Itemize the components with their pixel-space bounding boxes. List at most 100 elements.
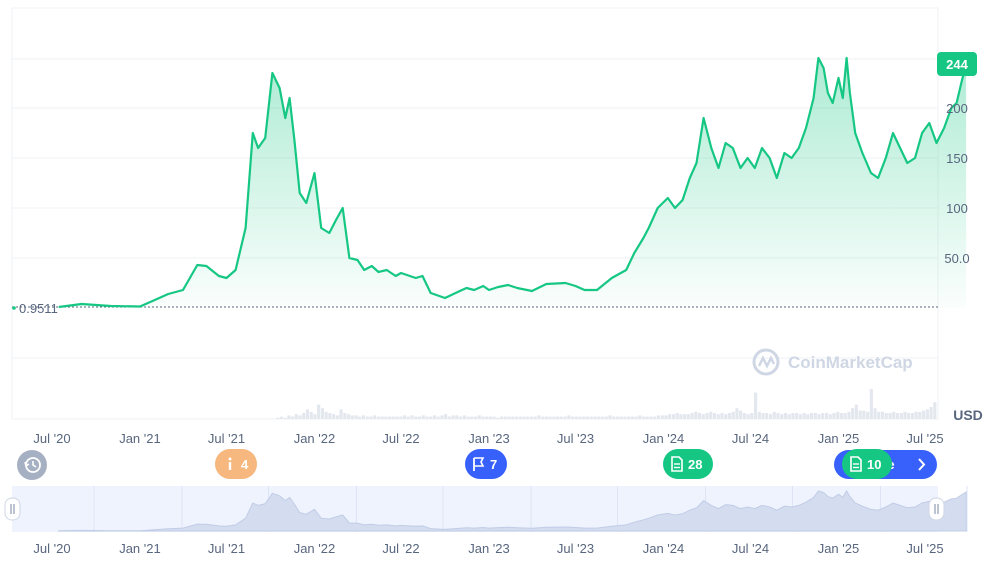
volume-bar — [746, 414, 750, 419]
volume-bar — [447, 416, 451, 419]
volume-bar — [836, 411, 840, 419]
baseline-dot — [12, 306, 16, 310]
volume-bar — [455, 415, 459, 419]
volume-bar — [705, 413, 709, 419]
volume-bar — [903, 411, 907, 419]
volume-bar — [664, 415, 668, 419]
volume-bar — [347, 414, 351, 419]
volume-bar — [832, 413, 836, 419]
volume-bar — [582, 416, 586, 419]
volume-bar — [899, 413, 903, 419]
navigator-tick-label: Jan '21 — [119, 541, 161, 556]
volume-bar — [772, 411, 776, 419]
volume-bar — [795, 413, 799, 419]
event-badge-document[interactable]: 28 — [663, 449, 713, 479]
volume-bar — [488, 416, 492, 419]
volume-bar — [683, 414, 687, 419]
volume-bar — [287, 415, 291, 419]
volume-bar — [627, 416, 631, 419]
volume-bar — [858, 410, 862, 419]
volume-bar — [922, 410, 926, 419]
volume-bar — [769, 414, 773, 419]
volume-bar — [918, 411, 922, 419]
volume-bar — [929, 407, 933, 419]
volume-bar — [332, 414, 336, 419]
event-badge-flag[interactable]: 7 — [465, 449, 507, 479]
volume-bar — [567, 415, 571, 419]
event-badge-info[interactable]: 4 — [215, 449, 257, 479]
volume-bar — [604, 416, 608, 419]
volume-bar — [798, 414, 802, 419]
volume-bar — [847, 411, 851, 419]
volume-bar — [317, 404, 321, 419]
volume-bar — [578, 416, 582, 419]
volume-bar — [668, 414, 672, 419]
volume-bar — [481, 416, 485, 419]
navigator-tick-label: Jan '22 — [294, 541, 336, 556]
volume-bar — [690, 413, 694, 419]
volume-bar — [600, 416, 604, 419]
volume-bar — [597, 416, 601, 419]
volume-bar — [530, 416, 534, 419]
currency-label: USD — [953, 407, 983, 423]
volume-bar — [425, 416, 429, 419]
volume-bar — [851, 408, 855, 419]
volume-bar — [742, 413, 746, 419]
history-button[interactable] — [17, 450, 47, 480]
volume-bar — [638, 415, 642, 419]
volume-bar — [369, 416, 373, 419]
volume-bar — [810, 413, 814, 419]
volume-bar — [619, 416, 623, 419]
volume-bar — [544, 416, 548, 419]
last-price-tag: 244 — [937, 52, 977, 76]
navigator-right-handle[interactable] — [928, 497, 945, 521]
navigator-tick-label: Jul '20 — [33, 541, 70, 556]
last-price-value: 244 — [946, 57, 968, 72]
volume-bar — [339, 409, 343, 419]
volume-bar — [384, 416, 388, 419]
volume-bar — [477, 415, 481, 419]
volume-bar — [373, 415, 377, 419]
volume-bar — [866, 411, 870, 419]
volume-bar — [421, 415, 425, 419]
navigator-x-axis: Jul '20 Jan '21 Jul '21 Jan '22 Jul '22 Jan '… — [33, 541, 943, 556]
volume-bar — [309, 411, 313, 419]
volume-bar — [343, 413, 347, 419]
volume-bar — [511, 416, 515, 419]
volume-bar — [925, 409, 929, 419]
navigator-tick-label: Jan '23 — [468, 541, 510, 556]
volume-bar — [724, 414, 728, 419]
volume-bar — [485, 416, 489, 419]
volume-bar — [914, 411, 918, 419]
volume-bar — [571, 416, 575, 419]
y-tick-label: 50.0 — [944, 251, 969, 266]
volume-bar — [694, 411, 698, 419]
volume-bar — [410, 415, 414, 419]
volume-bar — [642, 416, 646, 419]
volume-bar — [429, 416, 433, 419]
volume-bar — [881, 411, 885, 419]
event-count: 28 — [688, 457, 702, 472]
volume-bar — [761, 413, 765, 419]
x-tick-label: Jul '23 — [557, 431, 594, 446]
navigator-tick-label: Jul '25 — [906, 541, 943, 556]
volume-bar — [630, 416, 634, 419]
brand-watermark-text: CoinMarketCap — [788, 353, 913, 372]
volume-bar — [361, 415, 365, 419]
volume-bar — [873, 408, 877, 419]
volume-bar — [515, 416, 519, 419]
volume-bar — [406, 416, 410, 419]
event-badge-document-recent[interactable]: 10 — [842, 449, 892, 479]
range-navigator[interactable] — [4, 486, 968, 532]
x-tick-label: Jan '23 — [468, 431, 510, 446]
volume-bar — [623, 416, 627, 419]
volume-bar — [354, 415, 358, 419]
volume-bar — [817, 414, 821, 419]
volume-bar — [754, 392, 758, 419]
volume-bar — [503, 416, 507, 419]
volume-bar — [533, 416, 537, 419]
volume-bar — [462, 415, 466, 419]
volume-bar — [365, 416, 369, 419]
volume-bar — [735, 408, 739, 419]
navigator-left-handle[interactable] — [4, 497, 21, 521]
